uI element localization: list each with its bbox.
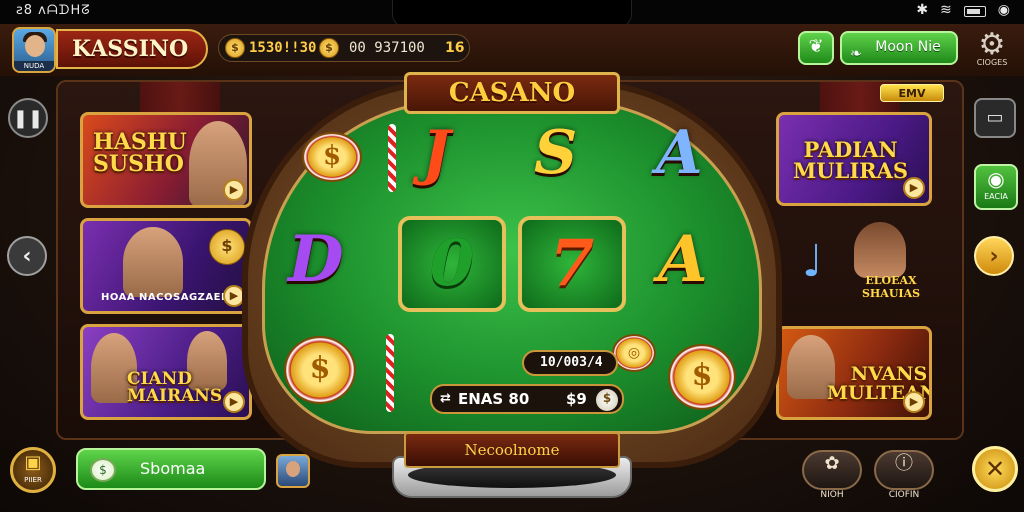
shop-label: PIIER (24, 476, 42, 484)
bluetooth-icon: ✱ (916, 2, 929, 18)
bet-selector[interactable]: ⇄ ENAS 80 $9 $ (430, 384, 624, 414)
bet-value: $9 (566, 390, 587, 408)
brand-title: KASSINO (56, 29, 208, 69)
game-card-title: CIAND MAIRANS (127, 369, 223, 406)
plant-icon: ❧ (850, 46, 862, 62)
chip-icon: $ (284, 336, 356, 404)
new-badge: EMV (880, 84, 944, 102)
menu-button-1[interactable]: ✿ NIOH (802, 450, 862, 500)
wifi-icon: ≋ (940, 2, 952, 18)
settings-button[interactable]: ⚙ CIOGES (972, 30, 1012, 70)
camera-label: EACIA (984, 192, 1008, 201)
gear-icon: ⚙ (978, 27, 1006, 62)
game-card-title: ELOEAX SHAUIAS (861, 274, 921, 300)
avatar-tag: NUDA (14, 61, 54, 71)
battery-icon (963, 6, 986, 17)
card-button[interactable]: ▭ (974, 98, 1016, 138)
host-portrait (123, 227, 183, 297)
friend-avatar[interactable] (276, 454, 310, 488)
game-card-left-1[interactable]: HASHU SUSHO ▶ (80, 112, 252, 208)
camera-button[interactable]: ◉ EACIA (974, 164, 1018, 210)
candy-cane-icon (386, 334, 394, 412)
close-button[interactable]: ✕ (972, 446, 1018, 492)
chevron-left-icon: ‹ (22, 244, 32, 269)
game-card-right-2[interactable]: ♩ ELOEAX SHAUIAS (796, 216, 936, 312)
chip-icon: $ (302, 132, 362, 182)
menu-button-1-label: NIOH (820, 490, 844, 500)
win-amount: 10/003/4 (522, 350, 618, 376)
dot-icon: ◉ (997, 2, 1010, 18)
game-card-right-3[interactable]: NVANS MULTEANS ▶ (776, 326, 932, 420)
menu-button-2[interactable]: ⓘ CIOFIN (874, 450, 934, 500)
mode-button[interactable]: ❧ Moon Nie (840, 31, 958, 65)
game-card-subtitle: HOAA NACOSAGZAEK (101, 292, 230, 303)
game-card-left-3[interactable]: CIAND MAIRANS ▶ (80, 324, 252, 420)
mode-button-label: Moon Nie (875, 39, 941, 55)
candy-cane-icon (388, 124, 396, 192)
shop-button[interactable]: ▣ PIIER (10, 447, 56, 493)
red-chip-icon: ◎ (612, 334, 656, 372)
arrows-icon: ⇄ (440, 391, 451, 406)
shop-icon: ▣ (24, 452, 42, 473)
settings-cog-icon: ✿ (824, 453, 840, 474)
spin-button[interactable]: Necoolnome (404, 432, 620, 468)
symbol-s: S (534, 118, 578, 188)
bet-label: ENAS 80 (458, 390, 530, 408)
camera-icon: ◉ (987, 167, 1005, 191)
close-icon: ✕ (984, 455, 1006, 483)
balance-primary: 1530!!30 (249, 40, 317, 56)
info-icon: ⓘ (895, 453, 913, 474)
bonus-label: Sbomaa (140, 459, 206, 478)
player-avatar[interactable]: NUDA (12, 27, 56, 73)
table-sign: CASANO (404, 72, 620, 114)
status-time: ꙅ8 ʌᗩᗪᕼᘔ (16, 3, 91, 18)
gift-icon: ❦ (808, 36, 824, 57)
menu-button-2-label: CIOFIN (888, 490, 920, 500)
guitar-icon: ♩ (802, 236, 823, 287)
status-bar: ꙅ8 ʌᗩᗪᕼᘔ ✱ ≋ ◉ (0, 0, 1024, 28)
chevron-right-icon: › (989, 244, 999, 269)
pause-icon: ❚❚ (12, 108, 44, 129)
symbol-d: D (288, 222, 344, 297)
host-portrait (854, 222, 906, 278)
symbol-a: A (656, 118, 703, 188)
friend-face (286, 461, 300, 477)
gold-coin-icon: $ (319, 38, 339, 58)
settings-label: CIOGES (976, 58, 1008, 67)
bonus-coin-icon: $ (90, 458, 116, 482)
game-card-left-2[interactable]: $ HOAA NACOSAGZAEK ▶ (80, 218, 252, 314)
gift-button[interactable]: ❦ (798, 31, 834, 65)
game-card-right-1[interactable]: PADIAN MULIRAS ▶ (776, 112, 932, 206)
avatar-face (25, 35, 45, 57)
reel-2: 7 (518, 216, 626, 312)
symbol-j: J (422, 118, 451, 188)
card-icon: ▭ (986, 107, 1004, 128)
coin-icon: $ (225, 38, 245, 58)
play-icon: ▶ (903, 177, 925, 199)
balance-level: 16 (445, 40, 465, 56)
balance-secondary: 00 937100 (349, 40, 425, 56)
pause-button[interactable]: ❚❚ (8, 98, 48, 138)
symbol-a-gold: A (658, 222, 708, 297)
play-icon: ▶ (223, 391, 245, 413)
play-icon: ▶ (223, 179, 245, 201)
chip-icon: $ (668, 344, 736, 410)
bonus-button[interactable]: $ Sbomaa (76, 448, 266, 490)
next-button[interactable]: › (974, 236, 1014, 276)
game-card-title: PADIAN MULIRAS (793, 137, 909, 183)
game-screen: ꙅ8 ʌᗩᗪᕼᘔ ✱ ≋ ◉ NUDA KASSINO $ 1530!!30 $… (0, 0, 1024, 512)
prev-button[interactable]: ‹ (7, 236, 47, 276)
bet-coin-icon: $ (596, 389, 618, 411)
wallet-bar[interactable]: $ 1530!!30 $ 00 937100 16 (218, 34, 470, 62)
reel-1: 0 (398, 216, 506, 312)
game-card-title: HASHU SUSHO (93, 129, 187, 177)
status-icons: ✱ ≋ ◉ (916, 2, 1010, 18)
chip-icon: $ (209, 229, 245, 265)
play-icon: ▶ (903, 391, 925, 413)
